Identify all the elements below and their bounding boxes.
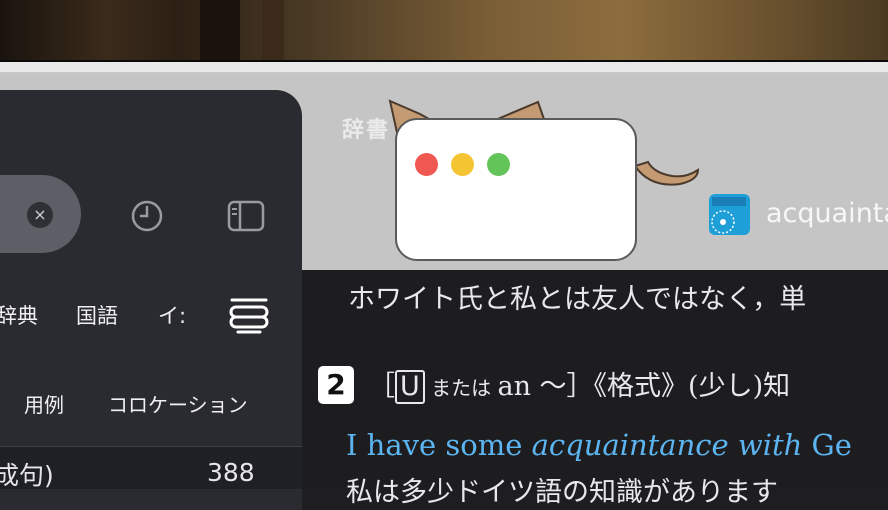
clear-icon[interactable]: × xyxy=(27,202,53,228)
history-icon[interactable] xyxy=(131,200,163,232)
example-plain: I have some xyxy=(346,428,532,462)
uncountable-label: U xyxy=(395,370,425,404)
minimize-window-button[interactable] xyxy=(451,153,474,176)
tab-illustration[interactable]: イ: xyxy=(158,300,190,330)
tab-kokugo[interactable]: 国語 xyxy=(76,300,118,330)
list-item-count: 388 xyxy=(207,458,255,487)
sidebar-toggle-icon[interactable] xyxy=(227,200,265,232)
zoom-window-button[interactable] xyxy=(487,153,510,176)
compass-rose-icon xyxy=(711,197,746,234)
example-highlight: acquaintance with xyxy=(531,428,803,462)
or-label: または xyxy=(424,376,498,400)
close-window-button[interactable] xyxy=(415,153,438,176)
example-translation: 私は多少ドイツ語の知識があります xyxy=(346,477,778,508)
sense-text: an 〜］《格式》(少し)知 xyxy=(497,371,791,402)
subtab-collocation[interactable]: コロケーション xyxy=(108,389,248,418)
sense-number-badge: 2 xyxy=(318,366,354,404)
example-sentence: I have some acquaintance with Ge xyxy=(346,428,852,462)
subtab-usage[interactable]: 用例 xyxy=(24,389,64,418)
bracket: ［ xyxy=(368,371,395,402)
window-preview xyxy=(395,118,637,261)
tab-dictionary[interactable]: 辞典 xyxy=(0,300,38,330)
wallpaper-post xyxy=(200,0,240,62)
list-item-label: 成句) xyxy=(0,461,54,490)
example-rest: Ge xyxy=(802,428,852,462)
desktop-wallpaper xyxy=(0,0,888,62)
sense-definition: ［ U または an 〜］《格式》(少し)知 xyxy=(368,364,790,404)
dictionary-name: acquainta xyxy=(766,198,888,229)
entry-text: ホワイト氏と私とは友人ではなく，単 xyxy=(348,284,807,315)
wallpaper-post xyxy=(262,0,284,62)
stack-icon[interactable] xyxy=(228,296,270,336)
dictionary-brand-icon xyxy=(709,194,750,235)
